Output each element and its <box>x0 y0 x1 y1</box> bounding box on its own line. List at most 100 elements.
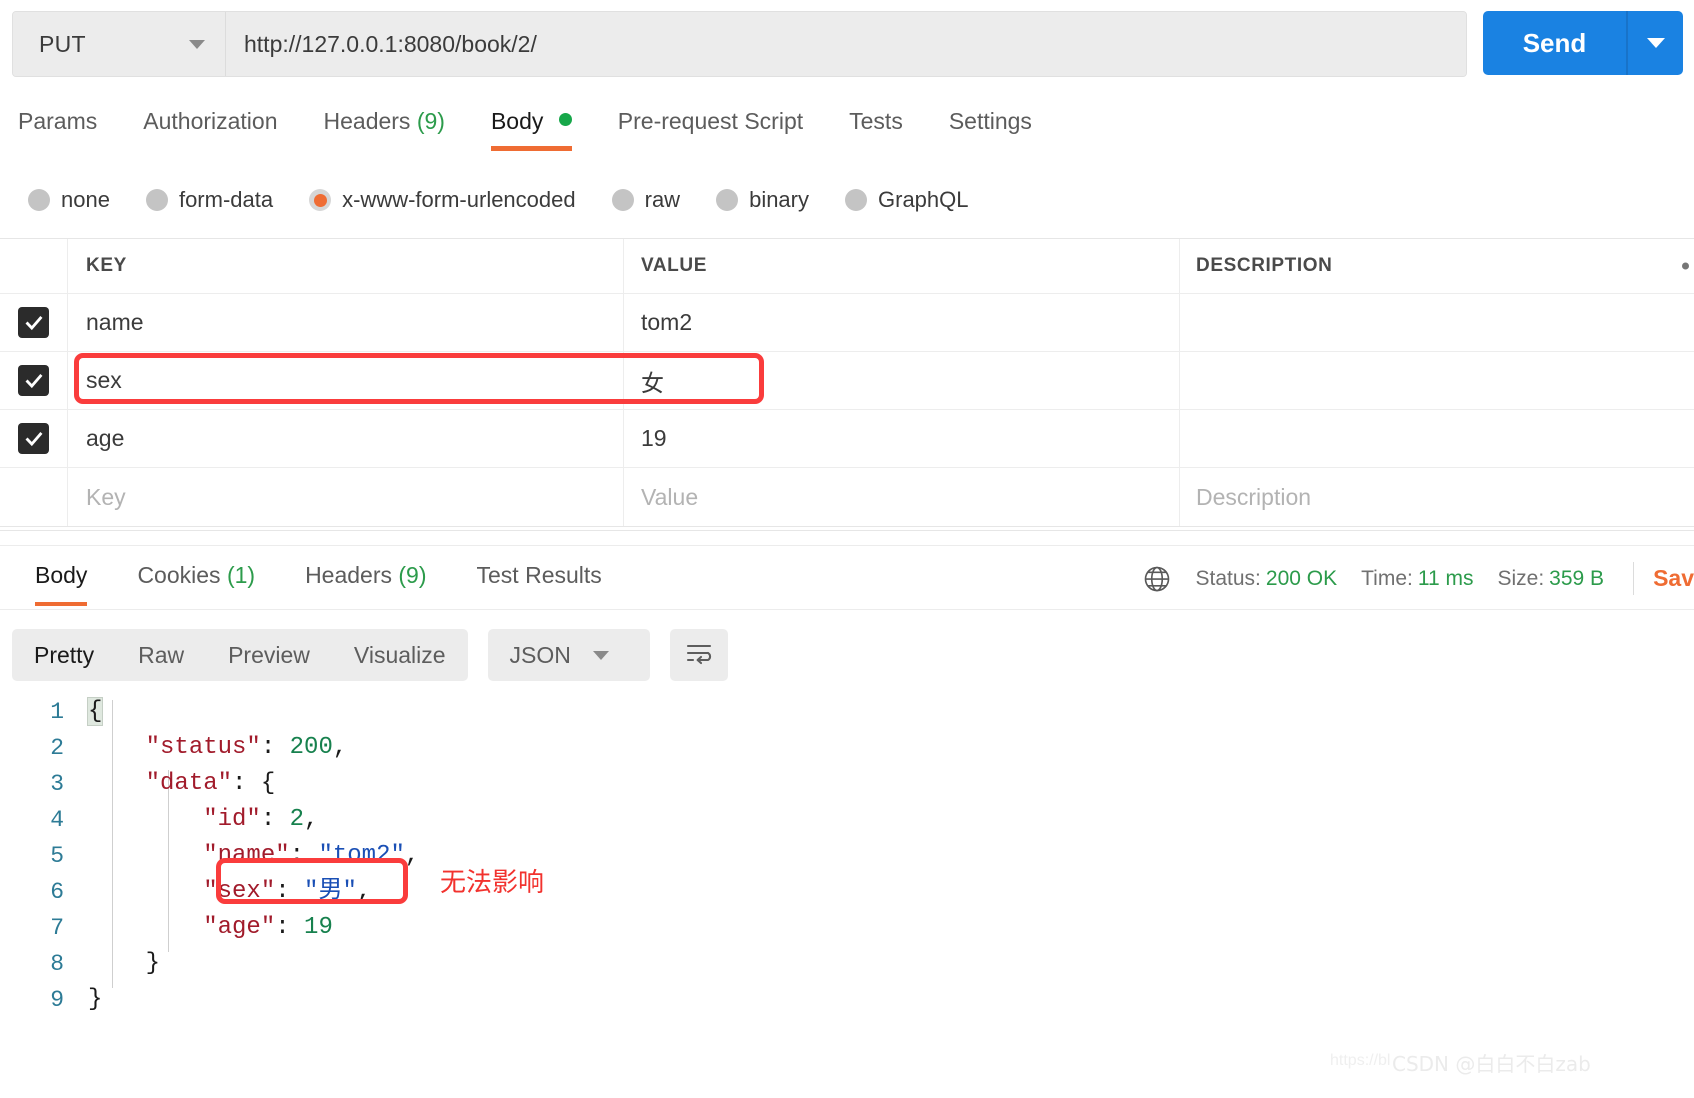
param-value-input[interactable]: tom2 <box>624 294 1180 351</box>
save-response-link[interactable]: Sav <box>1653 565 1694 592</box>
tab-pre-request-script[interactable]: Pre-request Script <box>618 100 803 151</box>
code-content: "id": 2, <box>203 806 319 833</box>
view-mode-preview[interactable]: Preview <box>206 629 332 681</box>
request-url-bar: PUT http://127.0.0.1:8080/book/2/ Send <box>0 0 1694 90</box>
new-param-key-input[interactable]: Key <box>68 468 624 526</box>
column-header-key: KEY <box>68 239 624 293</box>
column-header-description: DESCRIPTION <box>1180 239 1694 293</box>
new-param-description-input[interactable]: Description <box>1180 468 1694 526</box>
response-pane-divider[interactable] <box>0 530 1694 546</box>
checkbox-checked-icon[interactable] <box>18 307 49 338</box>
tab-label: Test Results <box>476 562 602 588</box>
param-key-input[interactable]: sex <box>68 352 624 409</box>
code-line: 3 "data": { <box>0 766 1694 802</box>
status-label: Status: <box>1195 566 1261 590</box>
radio-label: raw <box>644 187 681 212</box>
http-method-select[interactable]: PUT <box>13 12 226 76</box>
response-view-mode-group: Pretty Raw Preview Visualize <box>12 629 468 681</box>
table-row-empty[interactable]: Key Value Description <box>0 468 1694 526</box>
tab-params[interactable]: Params <box>18 100 97 151</box>
tab-count: (9) <box>398 562 427 588</box>
response-tab-cookies[interactable]: Cookies (1) <box>137 548 255 606</box>
param-value-input[interactable]: 女 <box>624 352 1180 409</box>
chevron-down-icon <box>1646 38 1665 48</box>
status-code-stat: Status: 200 OK <box>1196 567 1338 591</box>
tab-label: Tests <box>849 108 903 134</box>
chevron-down-icon <box>189 39 205 49</box>
row-checkbox-cell[interactable] <box>0 410 68 467</box>
tab-label: Body <box>35 562 88 588</box>
code-line: 1 { <box>0 694 1694 730</box>
response-tab-body[interactable]: Body <box>35 548 88 606</box>
send-options-button[interactable] <box>1626 11 1683 75</box>
line-number: 3 <box>50 771 64 797</box>
code-line: 5 "name": "tom2", <box>0 838 1694 874</box>
line-number: 5 <box>50 843 64 869</box>
code-line: 7 "age": 19 <box>0 910 1694 946</box>
tab-label: Cookies <box>137 562 221 588</box>
table-header-row: KEY VALUE DESCRIPTION <box>0 239 1694 294</box>
tab-headers[interactable]: Headers (9) <box>324 100 445 151</box>
time-label: Time: <box>1361 566 1413 590</box>
tab-label: Pre-request Script <box>617 108 804 134</box>
body-type-x-www-form-urlencoded[interactable]: x-www-form-urlencoded <box>309 187 576 213</box>
response-time-stat: Time: 11 ms <box>1361 567 1473 591</box>
response-language-select[interactable]: JSON <box>487 629 650 681</box>
response-tab-headers[interactable]: Headers (9) <box>305 548 426 606</box>
param-description-input[interactable] <box>1180 294 1694 351</box>
table-row[interactable]: name tom2 <box>0 294 1694 352</box>
param-key-input[interactable]: age <box>68 410 624 467</box>
tab-label: Body <box>490 108 544 134</box>
tab-authorization[interactable]: Authorization <box>143 100 277 151</box>
code-line: 2 "status": 200, <box>0 730 1694 766</box>
url-input[interactable]: http://127.0.0.1:8080/book/2/ <box>226 12 1466 76</box>
code-content: "age": 19 <box>203 914 333 941</box>
param-description-input[interactable] <box>1180 352 1694 409</box>
globe-icon[interactable] <box>1142 564 1172 594</box>
line-number: 7 <box>50 915 64 941</box>
table-row[interactable]: age 19 <box>0 410 1694 468</box>
row-checkbox-cell[interactable] <box>0 352 68 409</box>
view-mode-raw[interactable]: Raw <box>116 629 206 681</box>
param-description-input[interactable] <box>1180 410 1694 467</box>
select-all-cell <box>0 239 68 293</box>
row-checkbox-cell[interactable] <box>0 294 68 351</box>
line-number: 6 <box>50 879 64 905</box>
body-type-graphql[interactable]: GraphQL <box>845 187 969 213</box>
body-type-raw[interactable]: raw <box>611 187 681 213</box>
response-size-stat: Size: 359 B <box>1497 567 1604 591</box>
radio-icon <box>845 189 867 211</box>
view-mode-pretty[interactable]: Pretty <box>12 629 116 681</box>
table-row[interactable]: sex 女 <box>0 352 1694 410</box>
response-body-code[interactable]: 1 { 2 "status": 200, 3 "data": { 4 "id":… <box>0 694 1694 1024</box>
tab-label: Headers <box>323 108 411 134</box>
tab-body[interactable]: Body <box>490 100 572 151</box>
param-value-input[interactable]: 19 <box>624 410 1180 467</box>
checkbox-checked-icon[interactable] <box>18 365 49 396</box>
status-value: 200 OK <box>1265 566 1338 590</box>
word-wrap-button[interactable] <box>669 629 728 681</box>
code-content: "name": "tom2", <box>203 842 420 869</box>
bulk-edit-icon[interactable] <box>1682 262 1689 270</box>
time-value: 11 ms <box>1417 566 1474 590</box>
checkbox-checked-icon[interactable] <box>18 423 49 454</box>
response-tab-test-results[interactable]: Test Results <box>477 548 602 606</box>
radio-label: none <box>61 187 110 212</box>
body-type-none[interactable]: none <box>28 187 110 213</box>
view-mode-visualize[interactable]: Visualize <box>332 629 468 681</box>
param-key-input[interactable]: name <box>68 294 624 351</box>
tab-tests[interactable]: Tests <box>849 100 903 151</box>
response-format-toolbar: Pretty Raw Preview Visualize JSON <box>0 620 1694 690</box>
http-method-label: PUT <box>39 30 86 57</box>
watermark-credit: CSDN @白白不白zab <box>1392 1052 1591 1076</box>
line-number: 2 <box>50 735 64 761</box>
body-type-binary[interactable]: binary <box>716 187 809 213</box>
body-type-form-data[interactable]: form-data <box>145 187 273 213</box>
send-button[interactable]: Send <box>1483 11 1626 75</box>
new-param-value-input[interactable]: Value <box>624 468 1180 526</box>
divider <box>1633 562 1635 595</box>
code-content: { <box>86 697 104 726</box>
column-header-description-label: DESCRIPTION <box>1196 255 1333 276</box>
tab-settings[interactable]: Settings <box>949 100 1032 151</box>
radio-icon <box>611 189 634 211</box>
